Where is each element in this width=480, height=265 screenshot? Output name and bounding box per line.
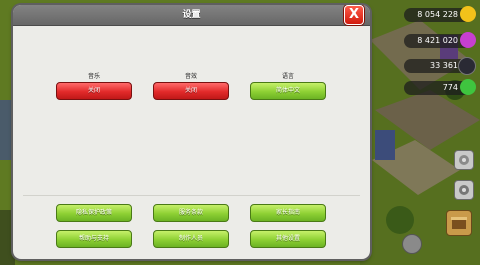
panel-title: 设置 bbox=[182, 10, 201, 20]
parents-guide-button[interactable]: 家长指南 bbox=[250, 204, 326, 222]
gold-counter: 8 054 228 bbox=[404, 6, 476, 22]
gem-icon bbox=[460, 79, 476, 95]
sound-setting: 音效 关闭 bbox=[153, 73, 229, 100]
gold-amount: 8 054 228 bbox=[417, 10, 458, 19]
gear-icon-bottom[interactable] bbox=[402, 234, 422, 254]
language-button[interactable]: 简体中文 bbox=[250, 82, 326, 100]
dark-elixir-counter: 33 361 bbox=[404, 57, 476, 75]
privacy-policy-button[interactable]: 隐私保护政策 bbox=[56, 204, 132, 222]
help-support-button[interactable]: 帮助与支持 bbox=[56, 230, 132, 248]
terms-of-service-button[interactable]: 服务条款 bbox=[153, 204, 229, 222]
section-divider bbox=[23, 195, 360, 196]
music-setting: 音乐 关闭 bbox=[56, 73, 132, 100]
shop-icon bbox=[451, 217, 467, 229]
gold-icon bbox=[460, 6, 476, 22]
sound-toggle-button[interactable]: 关闭 bbox=[153, 82, 229, 100]
settings-side-button[interactable] bbox=[454, 150, 474, 170]
gear-icon bbox=[459, 185, 469, 195]
elixir-icon bbox=[460, 32, 476, 48]
dark-elixir-icon bbox=[458, 57, 476, 75]
gem-amount: 774 bbox=[442, 83, 458, 92]
credits-button[interactable]: 制作人员 bbox=[153, 230, 229, 248]
settings-panel: 设置 X 音乐 关闭 音效 关闭 语言 简体中文 隐私保护政策 服务条款 家长指… bbox=[13, 5, 370, 259]
music-toggle-button[interactable]: 关闭 bbox=[56, 82, 132, 100]
shop-button[interactable] bbox=[446, 210, 472, 236]
gear-side-button[interactable] bbox=[454, 180, 474, 200]
sound-label: 音效 bbox=[184, 73, 197, 80]
other-settings-button[interactable]: 其他设置 bbox=[250, 230, 326, 248]
music-label: 音乐 bbox=[87, 73, 100, 80]
elixir-counter: 8 421 020 bbox=[404, 32, 476, 48]
settings-icon bbox=[459, 155, 469, 165]
elixir-amount: 8 421 020 bbox=[417, 36, 458, 45]
gem-counter: 774 bbox=[404, 79, 476, 95]
language-label: 语言 bbox=[281, 73, 294, 80]
language-setting: 语言 简体中文 bbox=[250, 73, 326, 100]
dark-elixir-amount: 33 361 bbox=[430, 61, 458, 70]
close-button[interactable]: X bbox=[344, 5, 364, 25]
